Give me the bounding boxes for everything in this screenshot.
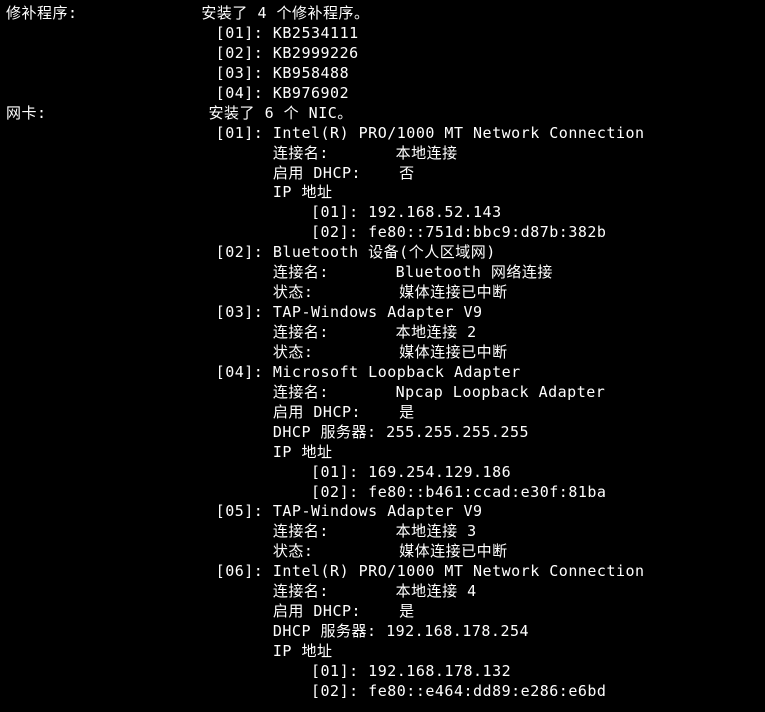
terminal-output: 修补程序: 安装了 4 个修补程序。 [01]: KB2534111 [02]:…: [6, 4, 759, 702]
